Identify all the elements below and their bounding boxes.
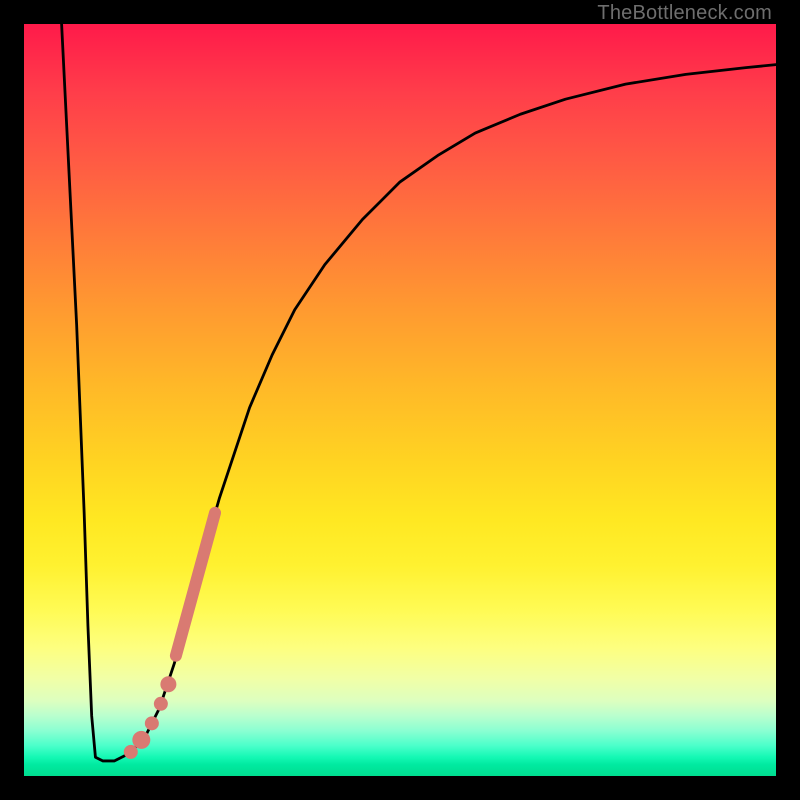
thick-segment (176, 513, 215, 656)
bottleneck-curve (62, 24, 776, 761)
dot-4 (132, 731, 150, 749)
chart-svg (24, 24, 776, 776)
chart-frame: TheBottleneck.com (0, 0, 800, 800)
dot-2 (154, 697, 168, 711)
dot-5 (124, 745, 138, 759)
dot-3 (145, 716, 159, 730)
plot-area (24, 24, 776, 776)
dot-1 (160, 676, 176, 692)
watermark-text: TheBottleneck.com (597, 2, 772, 25)
